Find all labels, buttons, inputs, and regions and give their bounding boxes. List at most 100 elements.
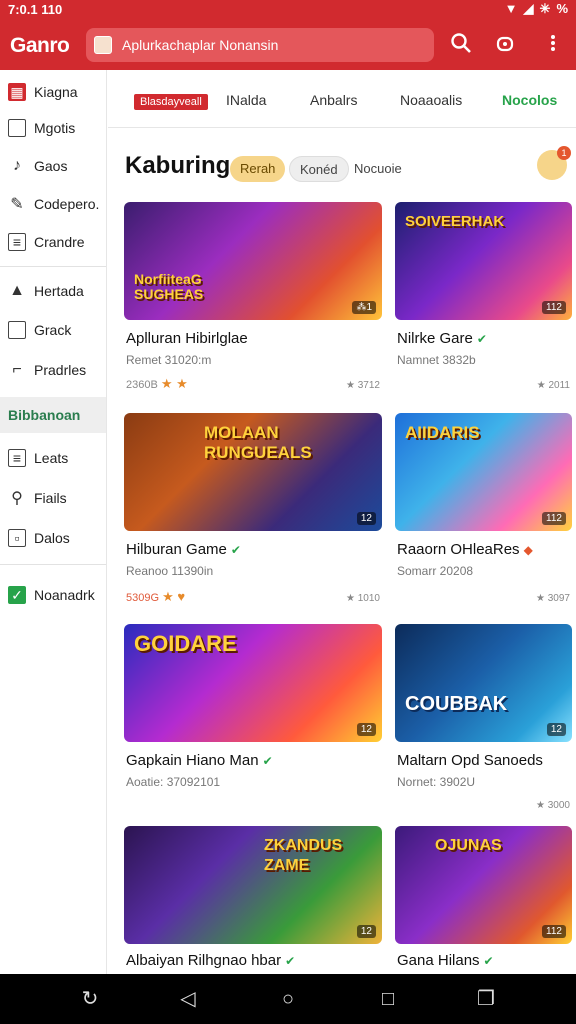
game-thumbnail[interactable]: SOIVEERHAK 112	[395, 202, 572, 320]
game-card[interactable]: ZKANDUS ZAME 12 Albaiyan Rilhgnao hbar ✔	[124, 826, 382, 974]
sidebar-item-label: Noanadrk	[34, 587, 95, 603]
verified-icon: ◆	[523, 543, 533, 557]
search-input[interactable]: Aplurkachaplar Nonansin	[122, 37, 278, 53]
game-rating: ★ 3097	[536, 593, 570, 604]
tab-2[interactable]: INalda	[226, 92, 266, 108]
game-card[interactable]: COUBBAK 12 Maltarn Opd Sanoeds Nornet: 3…	[395, 624, 572, 814]
game-subtitle: Somarr 20208	[397, 564, 474, 578]
notification-badge: 1	[557, 146, 571, 160]
thumbnail-art-text: COUBBAK	[405, 693, 508, 715]
filter-chip[interactable]: Nocuoie	[344, 156, 412, 182]
sidebar-item-hertada[interactable]: ▲ Hertada	[0, 273, 106, 309]
sidebar-item-code[interactable]: ✎ Codepero.	[0, 186, 106, 222]
game-card[interactable]: OJUNAS 112 Gana Hilans ✔	[395, 826, 572, 974]
category-tabs: Blasdayveall INalda Anbalrs Noaaoalis No…	[108, 70, 576, 128]
game-title-text: Aplluran Hibirlglae	[126, 330, 248, 347]
game-thumbnail[interactable]: MOLAAN RUNGUEALS 12	[124, 413, 382, 531]
game-thumbnail[interactable]: NorfiiteaG SUGHEAS ⁂1	[124, 202, 382, 320]
game-rating: ★ 3000	[536, 800, 570, 811]
sidebar-item-label: Pradrles	[34, 362, 87, 378]
game-thumbnail[interactable]: GOIDARE 12	[124, 624, 382, 742]
status-bar: 7:0.1 110 ▼ ◢ ✳ %	[0, 0, 576, 20]
sidebar-item-profiles[interactable]: ⌐ Pradrles	[0, 352, 106, 388]
copy-icon[interactable]: ❐	[474, 987, 498, 1011]
gamepad-icon[interactable]	[492, 32, 518, 58]
thumbnail-art-text: AIIDARIS	[405, 423, 480, 442]
game-subtitle: Aoatie: 37092101	[126, 775, 221, 789]
game-thumbnail[interactable]: AIIDARIS 112	[395, 413, 572, 531]
sidebar-item-home[interactable]: ▦ Kiagna	[0, 74, 106, 110]
sidebar-item-channels[interactable]: ≡ Crandre	[0, 224, 106, 260]
sidebar-item-label: Gaos	[34, 158, 68, 174]
sidebar-item-files[interactable]: ⚲ Fiails	[0, 480, 106, 516]
sidebar-item-noanadrk[interactable]: ✓ Noanadrk	[0, 577, 106, 613]
game-rating: ★ 2011	[536, 380, 570, 391]
app-bar: Ganro Aplurkachaplar Nonansin	[0, 20, 576, 70]
game-title-text: Hilburan Game	[126, 541, 227, 558]
recents-icon[interactable]: □	[376, 987, 400, 1011]
tab-3[interactable]: Anbalrs	[310, 92, 357, 108]
sidebar-item-leats[interactable]: ≡ Leats	[0, 440, 106, 476]
back-icon[interactable]: ◁	[176, 987, 200, 1011]
battery-icon: %	[556, 1, 568, 16]
game-thumbnail[interactable]: COUBBAK 12	[395, 624, 572, 742]
folder-icon: ⌐	[12, 361, 22, 378]
sidebar-item-games[interactable]: ♪ Gaos	[0, 148, 106, 184]
game-title: Raaorn OHleaRes ◆	[397, 541, 533, 558]
thumbnail-badge: 12	[356, 925, 376, 938]
game-meta: 5309G ★ ♥	[126, 589, 185, 605]
notification-icon[interactable]: 1	[537, 146, 571, 180]
system-nav-bar: ↻ ◁ ○ □ ❐	[0, 974, 576, 1024]
tab-featured[interactable]: Blasdayveall	[134, 94, 208, 110]
verified-icon: ✔	[483, 954, 494, 968]
sidebar-item-label: Hertada	[34, 283, 84, 299]
game-title: Albaiyan Rilhgnao hbar ✔	[126, 952, 295, 969]
filter-chip[interactable]: Konéd	[289, 156, 349, 182]
game-card[interactable]: AIIDARIS 112 Raaorn OHleaRes ◆ Somarr 202…	[395, 413, 572, 604]
avatar[interactable]	[94, 36, 112, 54]
more-icon[interactable]	[540, 32, 566, 58]
game-card[interactable]: GOIDARE 12 Gapkain Hiano Man ✔ Aoatie: 37…	[124, 624, 382, 814]
triangle-icon: ▲	[9, 282, 25, 299]
check-icon: ✓	[8, 586, 26, 604]
game-card[interactable]: SOIVEERHAK 112 Nilrke Gare ✔ Namnet 3832b…	[395, 202, 572, 392]
game-title-text: Nilrke Gare	[397, 330, 473, 347]
thumbnail-art-text: MOLAAN RUNGUEALS	[204, 423, 312, 462]
game-title-text: Maltarn Opd Sanoeds	[397, 752, 543, 769]
home-icon: ▦	[8, 83, 26, 101]
thumbnail-badge: 12	[356, 723, 376, 736]
search-bar[interactable]: Aplurkachaplar Nonansin	[86, 28, 434, 62]
sidebar-item-movies[interactable]: Mgotis	[0, 110, 106, 146]
verified-icon: ✔	[230, 543, 241, 557]
bluetooth-icon: ✳	[539, 1, 551, 16]
home-icon[interactable]: ○	[276, 987, 300, 1011]
filter-chip[interactable]: Rerah	[230, 156, 286, 182]
sidebar: ▦ Kiagna Mgotis ♪ Gaos ✎ Codepero. ≡ Cra…	[0, 70, 107, 974]
game-title: Aplluran Hibirlglae	[126, 330, 248, 347]
search-icon[interactable]	[448, 32, 474, 58]
tab-4[interactable]: Noaaoalis	[400, 92, 462, 108]
game-thumbnail[interactable]: OJUNAS 112	[395, 826, 572, 944]
game-card[interactable]: NorfiiteaG SUGHEAS ⁂1 Aplluran Hibirlgla…	[124, 202, 382, 392]
game-subtitle: Nornet: 3902U	[397, 775, 476, 789]
thumbnail-art-text: NorfiiteaG SUGHEAS	[134, 271, 204, 302]
game-meta-text: 2360B	[126, 379, 158, 391]
game-thumbnail[interactable]: ZKANDUS ZAME 12	[124, 826, 382, 944]
game-rating: ★ 1010	[346, 593, 380, 604]
tab-5[interactable]: Nocolos	[502, 92, 557, 108]
game-card[interactable]: MOLAAN RUNGUEALS 12 Hilburan Game ✔ Reano…	[124, 413, 382, 605]
star-icon: ★ ♥	[162, 589, 186, 604]
doc-icon: ≡	[8, 449, 26, 467]
game-title-text: Gana Hilans	[397, 952, 480, 969]
verified-icon: ✔	[262, 754, 273, 768]
sidebar-item-grack[interactable]: Grack	[0, 312, 106, 348]
thumbnail-badge: 112	[542, 512, 566, 525]
status-icons: ▼ ◢ ✳ %	[505, 1, 568, 17]
game-title: Gapkain Hiano Man ✔	[126, 752, 273, 769]
sidebar-item-active[interactable]: Bibbanoan	[0, 397, 106, 433]
verified-icon: ✔	[285, 954, 296, 968]
sidebar-item-dalos[interactable]: ▫ Dalos	[0, 520, 106, 556]
game-title: Nilrke Gare ✔	[397, 330, 487, 347]
app-logo[interactable]: Ganro	[10, 34, 70, 58]
refresh-icon[interactable]: ↻	[78, 987, 102, 1011]
